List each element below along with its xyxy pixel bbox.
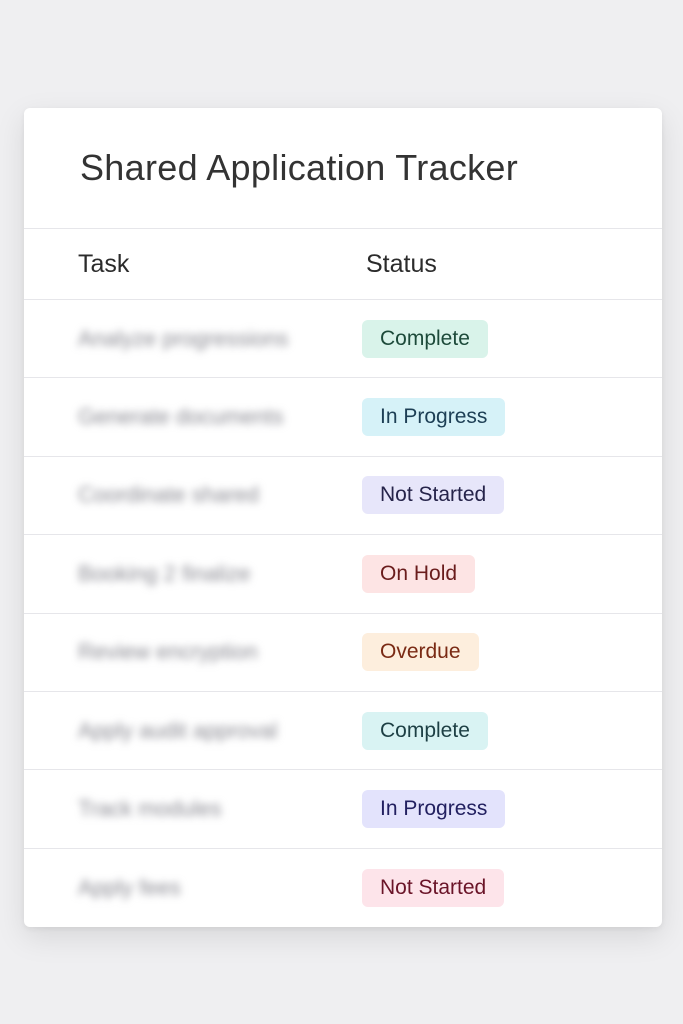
- task-name: Track modules: [78, 796, 222, 822]
- task-name: Apply audit approval: [78, 717, 278, 743]
- status-badge: Overdue: [362, 633, 479, 672]
- table-row[interactable]: Apply audit approval Complete: [24, 692, 662, 771]
- status-badge: Complete: [362, 319, 488, 358]
- task-name: Review encryption: [78, 639, 258, 665]
- task-name: Analyze progressions: [78, 325, 289, 351]
- column-header-task: Task: [78, 249, 130, 278]
- column-header-status: Status: [366, 249, 437, 278]
- task-name: Generate documents: [78, 404, 284, 430]
- table-row[interactable]: Coordinate shared Not Started: [24, 457, 662, 536]
- status-badge: Complete: [362, 711, 488, 750]
- table-row[interactable]: Track modules In Progress: [24, 770, 662, 849]
- status-badge: In Progress: [362, 398, 506, 437]
- status-badge: On Hold: [362, 554, 476, 593]
- table-header: Task Status: [24, 229, 662, 300]
- status-badge: In Progress: [362, 790, 506, 829]
- task-name: Apply fees: [78, 874, 181, 900]
- table-row[interactable]: Booking 2 finalize On Hold: [24, 535, 662, 614]
- page-title: Shared Application Tracker: [24, 108, 662, 229]
- task-name: Coordinate shared: [78, 482, 260, 508]
- table-row[interactable]: Review encryption Overdue: [24, 614, 662, 692]
- tracker-card: Shared Application Tracker Task Status A…: [24, 108, 662, 927]
- table-body: Analyze progressions Complete Generate d…: [24, 300, 662, 927]
- task-name: Booking 2 finalize: [78, 560, 251, 586]
- status-badge: Not Started: [362, 476, 505, 515]
- status-badge: Not Started: [362, 868, 505, 907]
- table-row[interactable]: Analyze progressions Complete: [24, 300, 662, 379]
- table-row[interactable]: Generate documents In Progress: [24, 378, 662, 457]
- table-row[interactable]: Apply fees Not Started: [24, 849, 662, 927]
